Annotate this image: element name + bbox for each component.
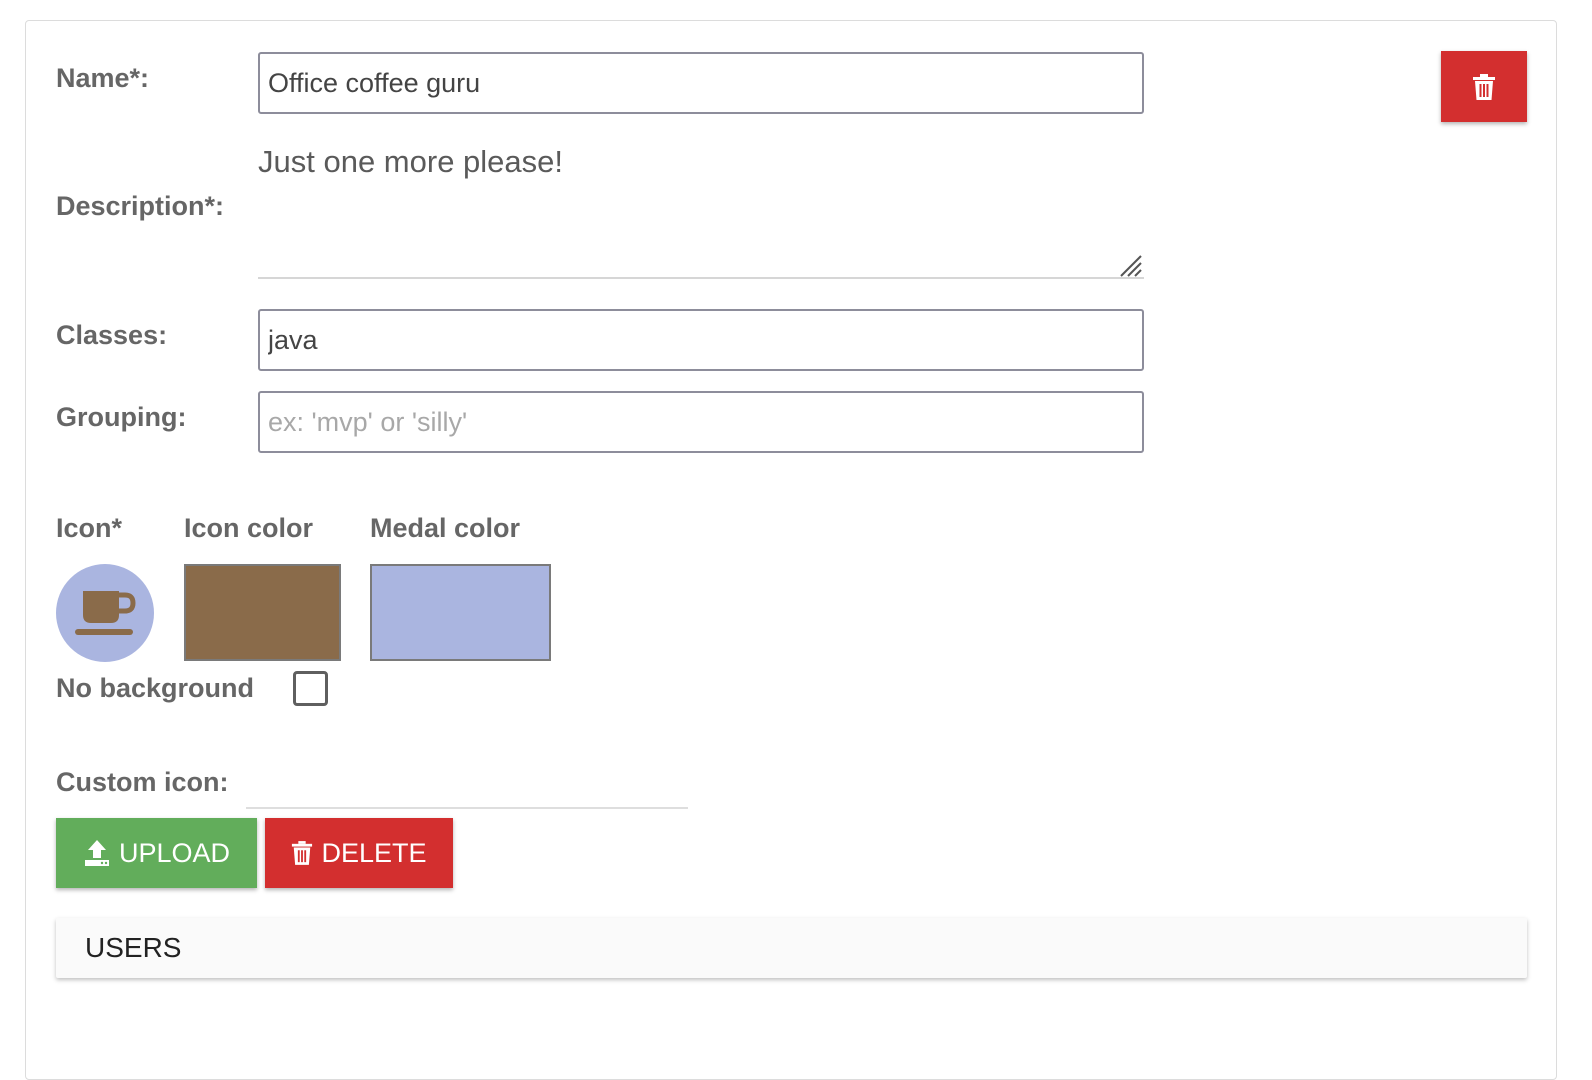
coffee-cup-icon xyxy=(75,591,136,635)
classes-input[interactable] xyxy=(258,309,1144,371)
icon-color-label: Icon color xyxy=(184,513,314,543)
users-section-label: USERS xyxy=(85,932,182,963)
upload-button[interactable]: UPLOAD xyxy=(56,818,257,888)
delete-achievement-button[interactable] xyxy=(1441,51,1527,122)
custom-icon-label: Custom icon: xyxy=(56,767,229,797)
users-section-header[interactable]: USERS xyxy=(56,918,1527,978)
icon-label: Icon* xyxy=(56,513,123,543)
trash-icon xyxy=(1473,73,1495,100)
delete-button-label: DELETE xyxy=(321,837,427,868)
trash-icon xyxy=(292,841,313,865)
no-background-checkbox[interactable] xyxy=(293,671,328,706)
medal-color-swatch[interactable] xyxy=(370,564,551,661)
upload-button-label: UPLOAD xyxy=(118,837,231,868)
name-label: Name*: xyxy=(56,63,150,93)
no-background-label: No background xyxy=(56,673,255,703)
grouping-input[interactable] xyxy=(258,391,1144,453)
custom-icon-field xyxy=(246,807,688,809)
description-label: Description*: xyxy=(56,191,225,221)
medal-color-label: Medal color xyxy=(370,513,521,543)
delete-custom-icon-button[interactable]: DELETE xyxy=(265,818,453,888)
description-textarea[interactable]: Just one more please! xyxy=(258,140,1144,279)
icon-color-swatch[interactable] xyxy=(184,564,341,661)
resize-handle-icon[interactable] xyxy=(1117,252,1143,278)
name-input[interactable] xyxy=(258,52,1144,114)
upload-icon xyxy=(84,840,109,866)
classes-label: Classes: xyxy=(56,320,168,350)
icon-picker-preview[interactable] xyxy=(56,564,154,662)
grouping-label: Grouping: xyxy=(56,402,187,432)
